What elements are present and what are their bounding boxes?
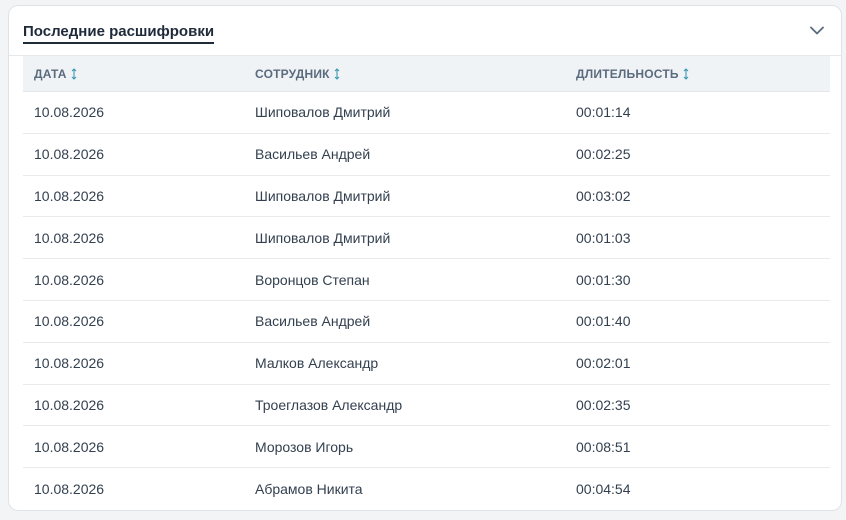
cell-date: 10.08.2026	[34, 146, 105, 163]
chevron-down-icon	[810, 26, 824, 34]
cell-duration: 00:08:51	[576, 438, 631, 455]
sort-arrows-icon	[683, 68, 689, 80]
table-row[interactable]: 10.08.2026 Троеглазов Александр 00:02:35	[23, 385, 830, 427]
cell-duration: 00:01:14	[576, 104, 631, 121]
cell-employee: Шиповалов Дмитрий	[255, 187, 391, 204]
cell-duration: 00:01:30	[576, 271, 631, 288]
sort-arrows-icon	[334, 68, 340, 80]
cell-duration: 00:01:03	[576, 229, 631, 246]
cell-duration: 00:02:01	[576, 355, 631, 372]
card-title[interactable]: Последние расшифровки	[23, 23, 215, 44]
cell-date: 10.08.2026	[34, 355, 105, 372]
column-header-date-label: ДАТА	[34, 67, 67, 81]
cell-duration: 00:04:54	[576, 480, 631, 497]
cell-date: 10.08.2026	[34, 480, 105, 497]
cell-date: 10.08.2026	[34, 104, 105, 121]
column-header-duration[interactable]: ДЛИТЕЛЬНОСТЬ	[576, 67, 689, 81]
collapse-button[interactable]	[805, 18, 829, 42]
recent-transcriptions-card: Последние расшифровки ДАТА СОТРУДНИК ДЛИ…	[8, 5, 842, 511]
cell-duration: 00:01:40	[576, 313, 631, 330]
cell-employee: Морозов Игорь	[255, 438, 354, 455]
card-header: Последние расшифровки	[9, 6, 841, 56]
table-body: 10.08.2026 Шиповалов Дмитрий 00:01:14 10…	[23, 92, 830, 509]
cell-date: 10.08.2026	[34, 313, 105, 330]
column-header-date[interactable]: ДАТА	[34, 67, 77, 81]
table-row[interactable]: 10.08.2026 Шиповалов Дмитрий 00:03:02	[23, 176, 830, 218]
cell-employee: Васильев Андрей	[255, 146, 371, 163]
cell-date: 10.08.2026	[34, 438, 105, 455]
cell-duration: 00:02:25	[576, 146, 631, 163]
cell-date: 10.08.2026	[34, 396, 105, 413]
cell-employee: Абрамов Никита	[255, 480, 363, 497]
sort-arrows-icon	[71, 68, 77, 80]
cell-employee: Малков Александр	[255, 355, 379, 372]
cell-employee: Троеглазов Александр	[255, 396, 403, 413]
cell-duration: 00:02:35	[576, 396, 631, 413]
table-header: ДАТА СОТРУДНИК ДЛИТЕЛЬНОСТЬ	[23, 56, 830, 92]
cell-date: 10.08.2026	[34, 271, 105, 288]
column-header-employee-label: СОТРУДНИК	[255, 67, 330, 81]
transcriptions-table: ДАТА СОТРУДНИК ДЛИТЕЛЬНОСТЬ 10.08.2026 Ш…	[23, 56, 830, 509]
table-row[interactable]: 10.08.2026 Шиповалов Дмитрий 00:01:03	[23, 217, 830, 260]
table-row[interactable]: 10.08.2026 Воронцов Степан 00:01:30	[23, 259, 830, 301]
table-row[interactable]: 10.08.2026 Васильев Андрей 00:02:25	[23, 134, 830, 176]
cell-employee: Васильев Андрей	[255, 313, 371, 330]
cell-employee: Воронцов Степан	[255, 271, 370, 288]
cell-date: 10.08.2026	[34, 229, 105, 246]
table-row[interactable]: 10.08.2026 Шиповалов Дмитрий 00:01:14	[23, 92, 830, 134]
cell-date: 10.08.2026	[34, 187, 105, 204]
table-row[interactable]: 10.08.2026 Абрамов Никита 00:04:54	[23, 468, 830, 509]
table-row[interactable]: 10.08.2026 Васильев Андрей 00:01:40	[23, 301, 830, 343]
table-row[interactable]: 10.08.2026 Морозов Игорь 00:08:51	[23, 426, 830, 469]
cell-duration: 00:03:02	[576, 187, 631, 204]
table-row[interactable]: 10.08.2026 Малков Александр 00:02:01	[23, 343, 830, 385]
column-header-duration-label: ДЛИТЕЛЬНОСТЬ	[576, 67, 679, 81]
cell-employee: Шиповалов Дмитрий	[255, 229, 391, 246]
column-header-employee[interactable]: СОТРУДНИК	[255, 67, 340, 81]
cell-employee: Шиповалов Дмитрий	[255, 104, 391, 121]
